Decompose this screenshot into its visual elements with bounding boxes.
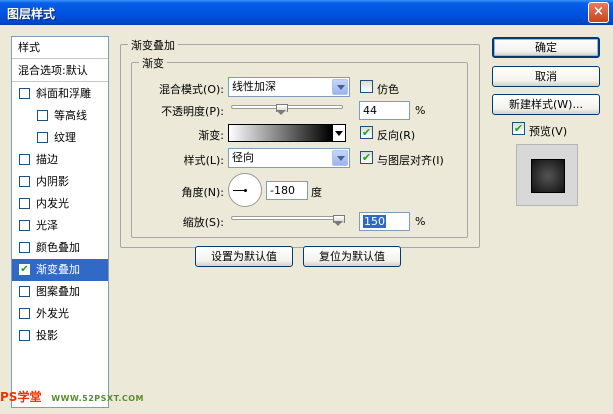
- blend-mode-value: 线性加深: [232, 80, 276, 93]
- window-title: 图层样式: [7, 7, 56, 21]
- watermark: PS学堂 WWW.52PSXT.COM: [0, 388, 144, 410]
- style-item-checkbox[interactable]: [19, 286, 30, 297]
- style-item-label: 内发光: [36, 197, 69, 210]
- scale-label: 缩放(S):: [182, 216, 224, 229]
- style-item-checkbox[interactable]: [19, 176, 30, 187]
- blend-options-label: 混合选项:默认: [18, 64, 88, 77]
- style-list-item[interactable]: ✔ 渐变叠加: [12, 259, 108, 281]
- opacity-value: 44: [363, 104, 377, 117]
- style-item-label: 纹理: [54, 131, 76, 144]
- style-item-checkbox[interactable]: [19, 154, 30, 165]
- chevron-down-icon[interactable]: [332, 150, 348, 166]
- scale-unit: %: [415, 215, 426, 228]
- opacity-unit: %: [415, 104, 426, 117]
- style-list-item[interactable]: 内阴影: [12, 171, 108, 193]
- style-value: 径向: [232, 151, 254, 164]
- scale-value: 150: [363, 215, 386, 228]
- style-item-label: 内阴影: [36, 175, 69, 188]
- reset-default-button[interactable]: 复位为默认值: [303, 246, 401, 267]
- style-item-checkbox[interactable]: [19, 242, 30, 253]
- style-item-label: 颜色叠加: [36, 241, 80, 254]
- gradient-preview-swatch[interactable]: [228, 124, 332, 142]
- style-item-label: 图案叠加: [36, 285, 80, 298]
- chevron-down-icon[interactable]: [332, 79, 348, 95]
- style-list-item[interactable]: 光泽: [12, 215, 108, 237]
- angle-value: -180: [270, 184, 295, 197]
- style-item-label: 等高线: [54, 109, 87, 122]
- style-item-label: 外发光: [36, 307, 69, 320]
- style-label: 样式(L):: [183, 154, 224, 167]
- scale-slider-thumb[interactable]: [333, 215, 345, 227]
- dither-label: 仿色: [377, 83, 399, 96]
- gradient-subgroup-title: 渐变: [139, 55, 167, 71]
- opacity-label: 不透明度(P):: [161, 105, 224, 118]
- style-list-item[interactable]: 颜色叠加: [12, 237, 108, 259]
- align-with-layer-checkbox[interactable]: ✔: [360, 151, 373, 164]
- watermark-text-a: PS学堂: [0, 390, 42, 404]
- reverse-checkbox[interactable]: ✔: [360, 126, 373, 139]
- make-default-button[interactable]: 设置为默认值: [195, 246, 293, 267]
- style-item-label: 投影: [36, 329, 58, 342]
- style-list-item[interactable]: 描边: [12, 149, 108, 171]
- close-icon: ×: [593, 4, 604, 19]
- style-item-checkbox[interactable]: [19, 198, 30, 209]
- style-item-checkbox[interactable]: ✔: [19, 264, 30, 275]
- style-item-checkbox[interactable]: [37, 132, 48, 143]
- opacity-input[interactable]: 44: [359, 101, 410, 120]
- blend-options-item[interactable]: 混合选项:默认: [12, 60, 108, 82]
- preview-label: 预览(V): [529, 125, 568, 138]
- style-list-item[interactable]: 图案叠加: [12, 281, 108, 303]
- styles-list: 样式 混合选项:默认 斜面和浮雕等高线纹理描边内阴影内发光光泽颜色叠加 ✔ 渐变叠加…: [11, 36, 109, 408]
- angle-center-icon: [244, 189, 247, 192]
- angle-label: 角度(N):: [181, 186, 224, 199]
- watermark-text-b: WWW.52PSXT.COM: [51, 394, 144, 403]
- style-list-item[interactable]: 纹理: [12, 127, 108, 149]
- cancel-button[interactable]: 取消: [492, 66, 600, 87]
- blend-mode-label: 混合模式(O):: [159, 83, 224, 96]
- style-list-item[interactable]: 等高线: [12, 105, 108, 127]
- style-item-checkbox[interactable]: [37, 110, 48, 121]
- style-item-checkbox[interactable]: [19, 330, 30, 341]
- style-select[interactable]: 径向: [228, 148, 350, 168]
- style-item-checkbox[interactable]: [19, 88, 30, 99]
- scale-input[interactable]: 150: [359, 212, 410, 231]
- scale-slider-track[interactable]: [231, 216, 343, 220]
- dither-checkbox[interactable]: [360, 80, 373, 93]
- style-item-label: 斜面和浮雕: [36, 87, 91, 100]
- preview-swatch: [531, 159, 565, 193]
- styles-header-label: 样式: [18, 41, 40, 54]
- blend-mode-select[interactable]: 线性加深: [228, 77, 350, 97]
- gradient-picker-arrow-icon[interactable]: [332, 124, 346, 142]
- reverse-label: 反向(R): [377, 129, 416, 142]
- angle-dial[interactable]: [228, 173, 262, 207]
- ok-button[interactable]: 确定: [492, 37, 600, 58]
- new-style-button[interactable]: 新建样式(W)...: [492, 94, 600, 115]
- style-item-label: 光泽: [36, 219, 58, 232]
- close-button[interactable]: ×: [588, 2, 609, 23]
- style-preview-thumbnail: [516, 144, 578, 206]
- style-item-label: 描边: [36, 153, 58, 166]
- align-with-layer-label: 与图层对齐(I): [377, 154, 444, 167]
- angle-unit: 度: [311, 186, 322, 199]
- style-item-checkbox[interactable]: [19, 308, 30, 319]
- style-item-label: 渐变叠加: [36, 263, 80, 276]
- style-list-item[interactable]: 外发光: [12, 303, 108, 325]
- preview-checkbox[interactable]: ✔: [512, 122, 525, 135]
- angle-input[interactable]: -180: [266, 181, 308, 200]
- gradient-label: 渐变:: [198, 129, 224, 142]
- style-list-item[interactable]: 内发光: [12, 193, 108, 215]
- gradient-overlay-title: 渐变叠加: [128, 37, 178, 53]
- opacity-slider-thumb[interactable]: [275, 104, 288, 116]
- style-list-item[interactable]: 投影: [12, 325, 108, 347]
- styles-header[interactable]: 样式: [12, 37, 108, 59]
- style-item-checkbox[interactable]: [19, 220, 30, 231]
- style-list-item[interactable]: 斜面和浮雕: [12, 83, 108, 105]
- title-bar: 图层样式 ×: [0, 0, 613, 25]
